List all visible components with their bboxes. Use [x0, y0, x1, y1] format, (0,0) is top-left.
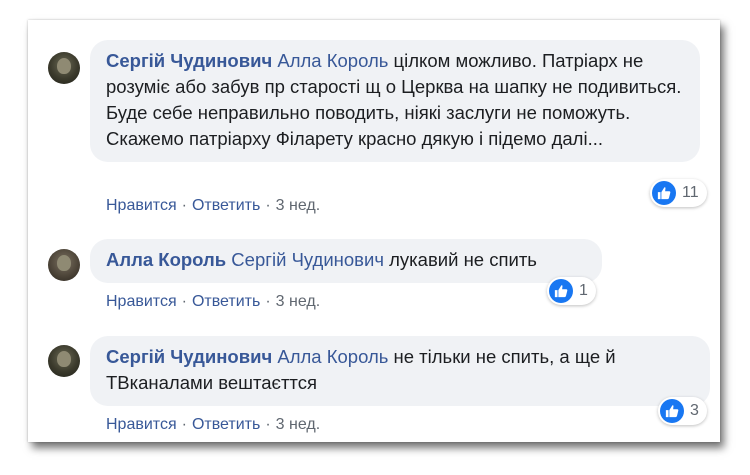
like-link[interactable]: Нравится: [106, 197, 177, 214]
comment-bubble: Сергій Чудинович Алла Король не тільки н…: [90, 336, 710, 406]
avatar[interactable]: [48, 345, 80, 377]
like-link[interactable]: Нравится: [106, 416, 177, 433]
comment-author[interactable]: Сергій Чудинович: [106, 346, 272, 367]
avatar[interactable]: [48, 52, 80, 84]
comment-mention[interactable]: Алла Король: [277, 50, 388, 71]
comment-time[interactable]: 3 нед.: [276, 416, 321, 433]
thumbs-up-icon: [652, 181, 676, 205]
comment-author[interactable]: Алла Король: [106, 249, 226, 270]
avatar[interactable]: [48, 249, 80, 281]
reply-link[interactable]: Ответить: [192, 197, 260, 214]
comment-bubble: Алла Король Сергій Чудинович лукавий не …: [90, 239, 602, 283]
comment-actions: Нравится · Ответить · 3 нед.: [106, 197, 321, 214]
comment-actions: Нравится · Ответить · 3 нед.: [106, 416, 321, 433]
reaction-count[interactable]: 11: [650, 179, 707, 207]
reaction-count-value: 1: [579, 282, 588, 299]
reply-link[interactable]: Ответить: [192, 416, 260, 433]
reaction-count-value: 11: [682, 184, 699, 201]
thumbs-up-icon: [660, 399, 684, 423]
comment-bubble: Сергій Чудинович Алла Король цілком можл…: [90, 40, 700, 162]
reply-link[interactable]: Ответить: [192, 293, 260, 310]
comments-panel: Сергій Чудинович Алла Король цілком можл…: [28, 20, 720, 442]
comment-mention[interactable]: Алла Король: [277, 346, 388, 367]
comment-text: лукавий не спить: [389, 249, 537, 270]
reaction-count[interactable]: 3: [658, 397, 707, 425]
reaction-count-value: 3: [690, 402, 699, 419]
comment-author[interactable]: Сергій Чудинович: [106, 50, 272, 71]
thumbs-up-icon: [549, 279, 573, 303]
comment-mention[interactable]: Сергій Чудинович: [231, 249, 384, 270]
comment-actions: Нравится · Ответить · 3 нед.: [106, 293, 321, 310]
comment-time[interactable]: 3 нед.: [276, 293, 321, 310]
reaction-count[interactable]: 1: [547, 277, 596, 305]
like-link[interactable]: Нравится: [106, 293, 177, 310]
comment-time[interactable]: 3 нед.: [276, 197, 321, 214]
